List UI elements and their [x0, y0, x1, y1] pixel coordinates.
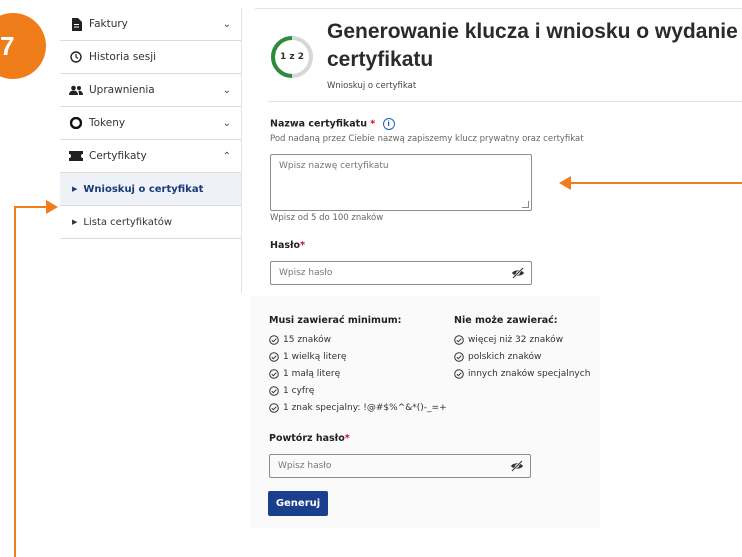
annotation-arrow-head-left: [559, 176, 571, 190]
required-mark: *: [344, 433, 350, 444]
sidebar-subitem-label: Wnioskuj o certyfikat: [83, 183, 204, 195]
annotation-arrow-line-vertical: [14, 206, 16, 557]
sidebar-item-label: Historia sesji: [89, 51, 157, 63]
must-contain-title: Musi zawierać minimum:: [269, 315, 402, 326]
sidebar-item-faktury[interactable]: Faktury ⌄: [60, 8, 241, 41]
triangle-right-icon: ▶: [72, 218, 78, 226]
resize-handle[interactable]: [522, 201, 529, 208]
rule-text: 1 znak specjalny: !@#$%^&*()-_=+: [283, 403, 447, 413]
rule-item: 1 wielką literę: [269, 352, 346, 362]
rule-text: więcej niż 32 znaków: [468, 335, 564, 345]
chevron-up-icon: ⌃: [222, 151, 231, 162]
repeat-password-placeholder: Wpisz hasło: [278, 461, 332, 471]
check-circle-icon: [269, 352, 279, 362]
eye-slash-icon[interactable]: [511, 267, 525, 279]
clock-icon: [69, 50, 83, 64]
repeat-password-label-text: Powtórz hasło: [269, 433, 345, 444]
sidebar-item-certyfikaty[interactable]: Certyfikaty ⌃: [60, 140, 241, 173]
rule-text: 1 wielką literę: [283, 352, 347, 362]
header-divider: [268, 101, 742, 102]
sidebar: Faktury ⌄ Historia sesji Uprawnienia ⌄ T…: [60, 8, 241, 239]
rule-text: 1 małą literę: [283, 369, 341, 379]
sidebar-subitem-label: Lista certyfikatów: [83, 216, 173, 228]
rule-item: innych znaków specjalnych: [454, 369, 590, 379]
document-icon: [69, 17, 83, 31]
info-icon[interactable]: i: [382, 118, 395, 130]
rule-text: 1 cyfrę: [283, 386, 315, 396]
password-input[interactable]: Wpisz hasło: [270, 261, 532, 285]
password-label-text: Hasło: [270, 240, 301, 251]
check-circle-icon: [269, 386, 279, 396]
rule-item: polskich znaków: [454, 352, 541, 362]
rule-item: 1 znak specjalny: !@#$%^&*()-_=+: [269, 403, 447, 413]
sidebar-item-lista-certyfikatow[interactable]: ▶ Lista certyfikatów: [60, 206, 241, 239]
password-label: Hasło*: [270, 240, 305, 251]
eye-slash-icon[interactable]: [510, 460, 524, 472]
step-badge: 7: [0, 13, 46, 79]
required-mark: *: [370, 118, 376, 130]
check-circle-icon: [269, 403, 279, 413]
chevron-down-icon: ⌄: [222, 118, 231, 129]
step-number: 7: [0, 30, 15, 61]
sidebar-item-historia-sesji[interactable]: Historia sesji: [60, 41, 241, 74]
check-circle-icon: [269, 335, 279, 345]
rule-item: więcej niż 32 znaków: [454, 335, 563, 345]
repeat-password-input[interactable]: Wpisz hasło: [269, 454, 531, 478]
rule-text: innych znaków specjalnych: [468, 369, 591, 379]
sidebar-item-wnioskuj-o-certyfikat[interactable]: ▶ Wnioskuj o certyfikat: [60, 173, 241, 206]
required-mark: *: [300, 240, 306, 251]
chevron-down-icon: ⌄: [222, 85, 231, 96]
ticket-icon: [69, 149, 83, 163]
annotation-arrow-line-right: [570, 182, 742, 184]
header-top-divider: [255, 8, 742, 9]
cert-name-hint: Wpisz od 5 do 100 znaków: [270, 213, 384, 223]
rule-item: 15 znaków: [269, 335, 331, 345]
page-title: Generowanie klucza i wniosku o wydanie c…: [327, 20, 738, 71]
check-circle-icon: [454, 369, 464, 379]
rule-text: 15 znaków: [283, 335, 332, 345]
sidebar-divider: [241, 8, 242, 293]
cert-name-textarea[interactable]: Wpisz nazwę certyfikatu: [270, 154, 532, 211]
sidebar-item-tokeny[interactable]: Tokeny ⌄: [60, 107, 241, 140]
cert-name-help: Pod nadaną przez Ciebie nazwą zapiszemy …: [270, 134, 584, 144]
annotation-arrow-line-horizontal: [14, 206, 48, 208]
repeat-password-label: Powtórz hasło*: [269, 433, 350, 444]
sidebar-item-label: Faktury: [89, 18, 128, 30]
progress-label: 1 z 2: [279, 52, 305, 62]
cert-name-label-text: Nazwa certyfikatu: [270, 118, 367, 130]
rule-item: 1 cyfrę: [269, 386, 314, 396]
generate-button[interactable]: Generuj: [268, 491, 328, 516]
page-subtitle: Wnioskuj o certyfikat: [327, 81, 417, 91]
rule-item: 1 małą literę: [269, 369, 340, 379]
password-placeholder: Wpisz hasło: [279, 268, 333, 278]
annotation-arrow-head-right: [46, 200, 58, 214]
check-circle-icon: [454, 335, 464, 345]
sidebar-item-label: Uprawnienia: [89, 84, 155, 96]
sidebar-item-label: Certyfikaty: [89, 150, 147, 162]
sidebar-item-label: Tokeny: [89, 117, 126, 129]
triangle-right-icon: ▶: [72, 185, 78, 193]
sidebar-item-uprawnienia[interactable]: Uprawnienia ⌄: [60, 74, 241, 107]
users-icon: [69, 83, 83, 97]
check-circle-icon: [454, 352, 464, 362]
rule-text: polskich znaków: [468, 352, 542, 362]
cannot-contain-title: Nie może zawierać:: [454, 315, 558, 326]
check-circle-icon: [269, 369, 279, 379]
cert-name-label: Nazwa certyfikatu * i: [270, 118, 395, 130]
token-icon: [69, 116, 83, 130]
chevron-down-icon: ⌄: [222, 19, 231, 30]
cert-name-placeholder: Wpisz nazwę certyfikatu: [279, 161, 389, 171]
